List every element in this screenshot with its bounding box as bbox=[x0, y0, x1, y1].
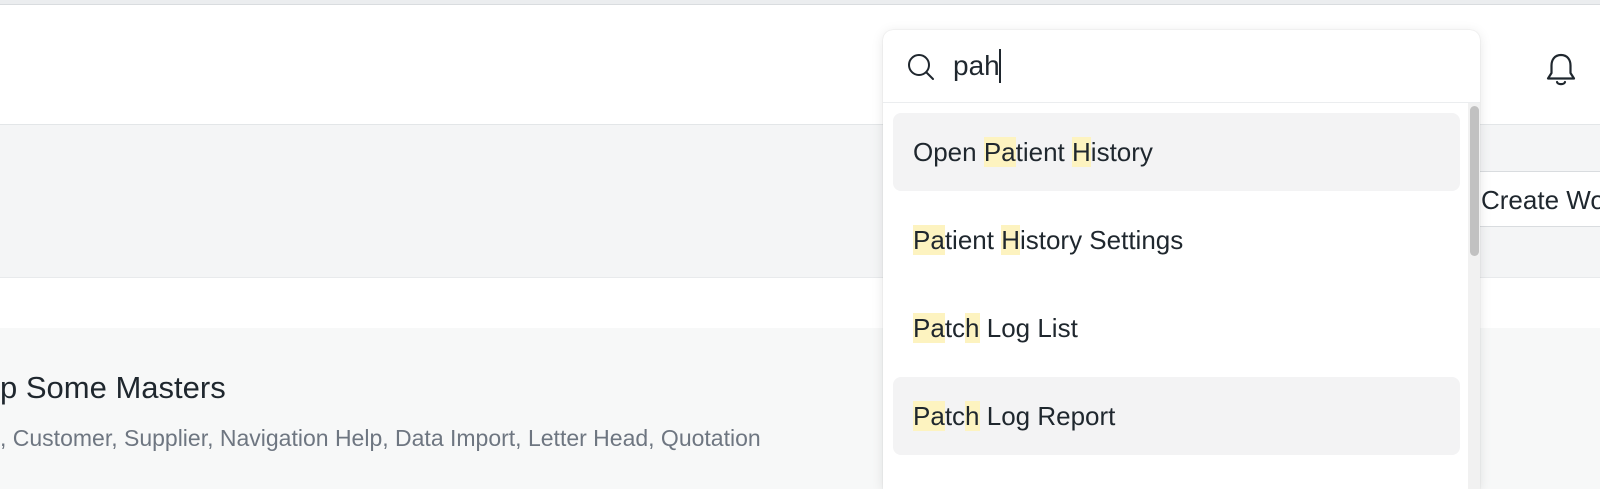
match-highlight: Pa bbox=[913, 225, 945, 255]
masters-title: p Some Masters bbox=[0, 370, 226, 405]
result-text: tient bbox=[1015, 137, 1073, 167]
match-highlight: H bbox=[1072, 137, 1091, 167]
desk-page: Create Wo p Some Masters , Customer, Sup… bbox=[0, 0, 1600, 489]
match-highlight: Pa bbox=[983, 137, 1016, 167]
result-patient-history-settings[interactable]: Patient History Settings bbox=[893, 201, 1460, 279]
create-workspace-button[interactable]: Create Wo bbox=[1470, 171, 1600, 227]
results-scrollbar-thumb[interactable] bbox=[1470, 106, 1479, 256]
result-text: tc bbox=[944, 313, 966, 343]
match-highlight: h bbox=[965, 401, 980, 431]
result-text: istory Settings bbox=[1019, 225, 1184, 255]
result-text: Open bbox=[913, 137, 984, 167]
result-text: tient bbox=[944, 225, 1002, 255]
result-open-patient-history[interactable]: Open Patient History bbox=[893, 113, 1460, 191]
match-highlight: Pa bbox=[913, 401, 945, 431]
search-results: Open Patient History Patient History Set… bbox=[883, 103, 1480, 489]
search-input[interactable] bbox=[953, 44, 1443, 88]
result-text: istory bbox=[1090, 137, 1153, 167]
search-bar bbox=[883, 30, 1480, 103]
result-text: Log List bbox=[979, 313, 1078, 343]
result-text: tc bbox=[944, 401, 966, 431]
match-highlight: h bbox=[965, 313, 980, 343]
match-highlight: Pa bbox=[913, 313, 945, 343]
match-highlight: H bbox=[1001, 225, 1020, 255]
awesomebar-dropdown: Open Patient History Patient History Set… bbox=[883, 30, 1480, 489]
result-patch-log-report[interactable]: Patch Log Report bbox=[893, 377, 1460, 455]
search-icon bbox=[908, 54, 934, 80]
result-patch-log-list[interactable]: Patch Log List bbox=[893, 289, 1460, 367]
result-text: Log Report bbox=[979, 401, 1116, 431]
bell-icon[interactable] bbox=[1544, 52, 1578, 88]
top-divider bbox=[0, 0, 1600, 5]
text-caret bbox=[999, 49, 1001, 83]
masters-subtitle: , Customer, Supplier, Navigation Help, D… bbox=[0, 425, 761, 451]
